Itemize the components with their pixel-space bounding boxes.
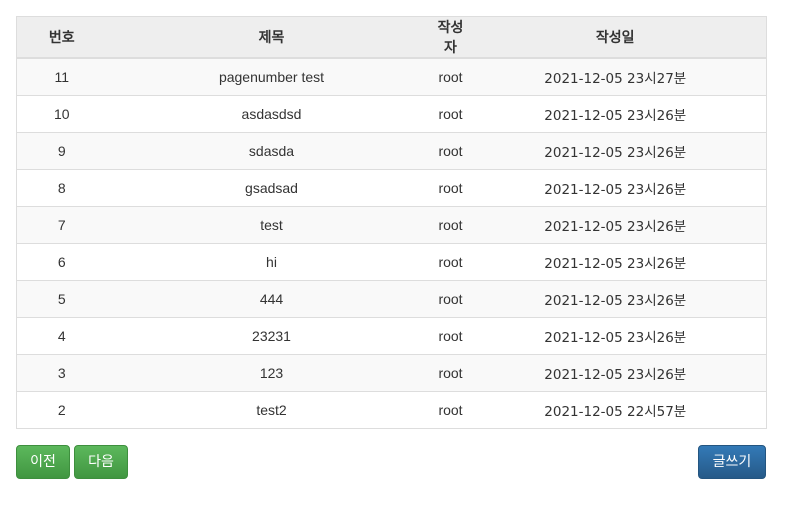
post-number: 4 (16, 316, 107, 354)
post-title[interactable]: 23231 (106, 316, 437, 354)
post-number: 7 (16, 205, 107, 243)
post-title[interactable]: hi (106, 242, 437, 280)
post-date: 2021-12-05 23시26분 (464, 316, 767, 354)
post-date: 2021-12-05 23시26분 (464, 353, 767, 391)
table-row[interactable]: 7 test root 2021-12-05 23시26분 (16, 205, 767, 243)
post-title[interactable]: pagenumber test (106, 57, 437, 95)
table-body: 11 pagenumber test root 2021-12-05 23시27… (16, 57, 767, 428)
post-date: 2021-12-05 23시27분 (464, 57, 767, 95)
header-row: 번호 제목 작성자 작성일 (16, 16, 767, 59)
post-author: root (436, 131, 465, 169)
post-date: 2021-12-05 23시26분 (464, 94, 767, 132)
table-row[interactable]: 5 444 root 2021-12-05 23시26분 (16, 279, 767, 317)
header-title: 제목 (106, 16, 437, 59)
table-header: 번호 제목 작성자 작성일 (16, 16, 767, 59)
table-row[interactable]: 2 test2 root 2021-12-05 22시57분 (16, 390, 767, 428)
next-page-button[interactable]: 다음 (74, 445, 128, 479)
header-date: 작성일 (464, 16, 767, 59)
post-title[interactable]: sdasda (106, 131, 437, 169)
post-title[interactable]: test (106, 205, 437, 243)
table-row[interactable]: 9 sdasda root 2021-12-05 23시26분 (16, 131, 767, 169)
post-date: 2021-12-05 23시26분 (464, 205, 767, 243)
post-date: 2021-12-05 22시57분 (464, 390, 767, 428)
post-title[interactable]: 123 (106, 353, 437, 391)
post-number: 11 (16, 57, 107, 95)
post-title[interactable]: 444 (106, 279, 437, 317)
write-post-button[interactable]: 글쓰기 (698, 445, 766, 479)
post-date: 2021-12-05 23시26분 (464, 168, 767, 206)
table-row[interactable]: 8 gsadsad root 2021-12-05 23시26분 (16, 168, 767, 206)
post-date: 2021-12-05 23시26분 (464, 279, 767, 317)
post-author: root (436, 242, 465, 280)
post-author: root (436, 168, 465, 206)
post-date: 2021-12-05 23시26분 (464, 242, 767, 280)
post-author: root (436, 57, 465, 95)
table-row[interactable]: 4 23231 root 2021-12-05 23시26분 (16, 316, 767, 354)
post-title[interactable]: test2 (106, 390, 437, 428)
post-number: 2 (16, 390, 107, 428)
post-number: 3 (16, 353, 107, 391)
header-author: 작성자 (436, 16, 465, 59)
board-page: 번호 제목 작성자 작성일 11 pagenumber test root 20… (0, 0, 793, 530)
post-number: 10 (16, 94, 107, 132)
post-author: root (436, 316, 465, 354)
board-table: 번호 제목 작성자 작성일 11 pagenumber test root 20… (16, 16, 767, 429)
post-number: 9 (16, 131, 107, 169)
post-author: root (436, 353, 465, 391)
post-number: 6 (16, 242, 107, 280)
prev-page-button[interactable]: 이전 (16, 445, 70, 479)
post-number: 8 (16, 168, 107, 206)
header-number: 번호 (16, 16, 107, 59)
table-row[interactable]: 11 pagenumber test root 2021-12-05 23시27… (16, 57, 767, 95)
post-author: root (436, 390, 465, 428)
table-row[interactable]: 10 asdasdsd root 2021-12-05 23시26분 (16, 94, 767, 132)
post-date: 2021-12-05 23시26분 (464, 131, 767, 169)
table-row[interactable]: 3 123 root 2021-12-05 23시26분 (16, 353, 767, 391)
post-author: root (436, 94, 465, 132)
table-row[interactable]: 6 hi root 2021-12-05 23시26분 (16, 242, 767, 280)
post-title[interactable]: asdasdsd (106, 94, 437, 132)
post-title[interactable]: gsadsad (106, 168, 437, 206)
post-author: root (436, 279, 465, 317)
post-number: 5 (16, 279, 107, 317)
post-author: root (436, 205, 465, 243)
